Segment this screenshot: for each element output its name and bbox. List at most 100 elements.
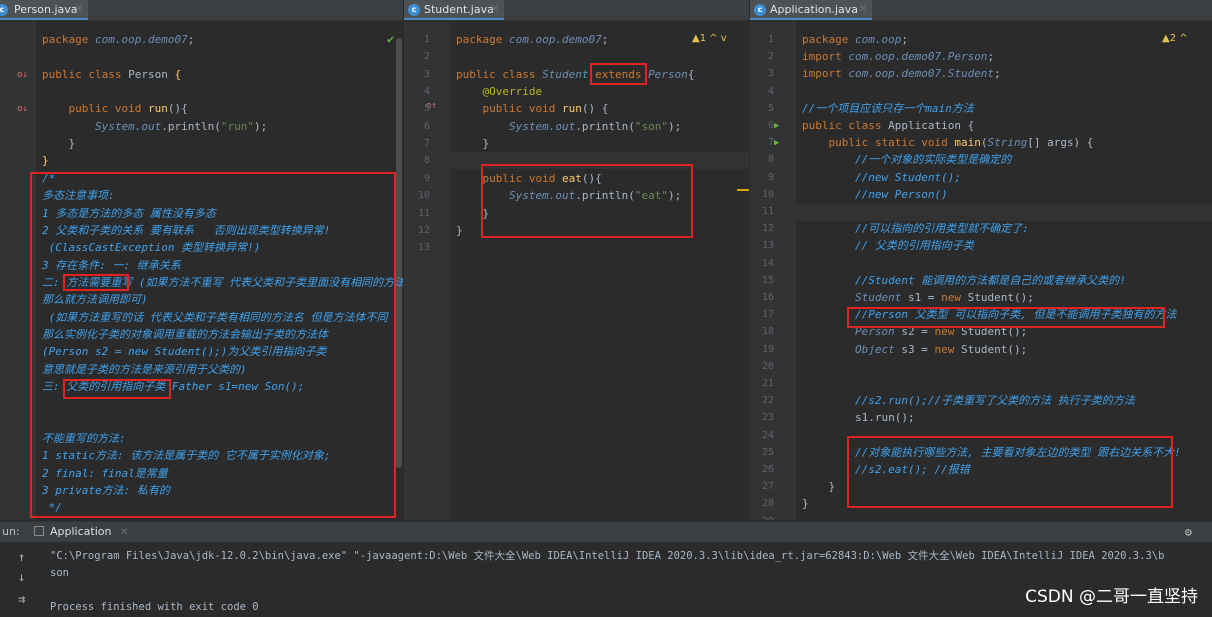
code-line[interactable]: (如果方法重写的话 代表父类和子类有相同的方法名 但是方法体不同 bbox=[42, 309, 388, 327]
console-exit: Process finished with exit code 0 bbox=[50, 601, 259, 613]
line-number: 16 bbox=[761, 292, 774, 303]
code-line[interactable]: } bbox=[802, 495, 809, 513]
warning-indicator[interactable]: ▲1 ^ v bbox=[692, 33, 727, 44]
code-line[interactable]: 三: 父类的引用指向子类 Father s1=new Son(); bbox=[42, 378, 304, 396]
code-line[interactable]: public class Student extends Person{ bbox=[456, 66, 694, 84]
code-line[interactable]: 1 static方法: 该方法是属于类的 它不属于实例化对象; bbox=[42, 447, 330, 465]
code-line[interactable]: //对象能执行哪些方法, 主要看对象左边的类型 跟右边关系不大! bbox=[802, 444, 1181, 462]
code-token: new bbox=[934, 325, 961, 339]
code-line[interactable]: 3 存在条件: 一: 继承关系 bbox=[42, 257, 181, 275]
arrow-down-icon[interactable]: ↓ bbox=[18, 570, 25, 584]
line-number: 2 bbox=[423, 51, 430, 63]
run-icon[interactable]: ▶ bbox=[774, 138, 779, 148]
code-line[interactable]: //Person 父类型 可以指向子类, 但是不能调用子类独有的方法 bbox=[802, 306, 1176, 324]
code-line[interactable]: public static void main(String[] args) { bbox=[802, 134, 1093, 152]
scrollbar[interactable] bbox=[395, 22, 403, 520]
code-token: //Student 能调用的方法都是自己的或者继承父类的! bbox=[802, 273, 1126, 287]
code-token: s2 = bbox=[901, 325, 935, 339]
code-line[interactable]: package com.oop.demo07; bbox=[456, 31, 608, 49]
code-line[interactable]: public class Application { bbox=[802, 117, 974, 135]
code-token: */ bbox=[42, 501, 62, 515]
code-line[interactable]: public void run() { bbox=[456, 100, 608, 118]
tab-person[interactable]: c Person.java ✕ bbox=[0, 0, 88, 20]
run-icon[interactable]: ▶ bbox=[774, 121, 779, 131]
change-marker bbox=[737, 189, 749, 191]
code-line[interactable]: } bbox=[42, 152, 49, 170]
code-line[interactable]: Object s3 = new Student(); bbox=[802, 341, 1027, 359]
code-line[interactable]: public class Person { bbox=[42, 66, 181, 84]
tab-student[interactable]: c Student.java ✕ bbox=[404, 0, 504, 20]
soft-wrap-icon[interactable]: ⇉ bbox=[18, 592, 25, 606]
code-line[interactable]: (ClassCastException 类型转换异常!) bbox=[42, 239, 261, 257]
code-line[interactable]: //一个项目应该只存一个main方法 bbox=[802, 100, 974, 118]
code-token: s1 = bbox=[907, 291, 942, 304]
code-line[interactable]: package com.oop.demo07; bbox=[42, 31, 194, 49]
code-line[interactable]: Person s2 = new Student(); bbox=[802, 323, 1027, 341]
code-line[interactable]: 2 final: final是常量 bbox=[42, 465, 168, 483]
class-icon: c bbox=[754, 4, 766, 16]
code-line[interactable]: //new Person() bbox=[802, 186, 948, 204]
code-line[interactable]: } bbox=[42, 135, 75, 153]
code-line[interactable]: public void eat(){ bbox=[456, 170, 601, 188]
console-output: son bbox=[50, 567, 69, 579]
code-token: s1.run(); bbox=[802, 411, 915, 425]
code-line[interactable]: 那么就方法调用即可) bbox=[42, 291, 148, 309]
code-line[interactable]: //可以指向的引用类型就不确定了: bbox=[802, 220, 1029, 238]
code-line[interactable]: System.out.println("son"); bbox=[456, 118, 681, 136]
code-line[interactable]: } bbox=[456, 222, 463, 240]
gear-icon[interactable]: ⚙ bbox=[1185, 525, 1192, 539]
tab-application[interactable]: c Application.java ✕ bbox=[750, 0, 872, 20]
code-line[interactable]: Student s1 = new Student(); bbox=[802, 289, 1034, 307]
close-icon[interactable]: ✕ bbox=[859, 0, 867, 20]
close-icon[interactable]: ✕ bbox=[120, 527, 128, 538]
code-line[interactable]: //new Student(); bbox=[802, 169, 961, 187]
line-number: 21 bbox=[761, 378, 774, 389]
code-token: } bbox=[42, 154, 49, 168]
code-line[interactable]: //一个对象的实际类型是确定的 bbox=[802, 151, 1011, 169]
code-line[interactable]: @Override bbox=[456, 83, 542, 101]
code-line[interactable]: (Person s2 = new Student();)为父类引用指向子类 bbox=[42, 343, 326, 361]
code-line[interactable]: package com.oop; bbox=[802, 31, 908, 49]
code-token: @Override bbox=[456, 85, 543, 99]
code-line[interactable]: 2 父类和子类的关系 要有联系 否则出现类型转换异常! bbox=[42, 222, 330, 240]
code-line[interactable]: */ bbox=[42, 499, 62, 517]
code-token: System. bbox=[42, 119, 142, 133]
code-line[interactable]: s1.run(); bbox=[802, 409, 915, 427]
line-number: 17 bbox=[761, 309, 774, 321]
code-line[interactable]: //s2.eat(); //报错 bbox=[802, 461, 970, 479]
code-line[interactable]: } bbox=[456, 135, 489, 153]
code-line[interactable]: System.out.println("run"); bbox=[42, 118, 267, 136]
code-line[interactable]: 1 多态是方法的多态 属性没有多态 bbox=[42, 205, 216, 223]
override-icon: o↓ bbox=[17, 70, 28, 80]
arrow-up-icon[interactable]: ↑ bbox=[18, 550, 25, 564]
code-line[interactable]: import com.oop.demo07.Student; bbox=[802, 65, 1001, 83]
code-line[interactable]: } bbox=[802, 478, 835, 496]
scrollbar-thumb[interactable] bbox=[396, 38, 402, 468]
code-line[interactable]: 3 private方法: 私有的 bbox=[42, 482, 170, 500]
code-line[interactable]: 不能重写的方法: bbox=[42, 430, 126, 448]
code-line[interactable]: /* bbox=[42, 170, 55, 188]
code-token: ; bbox=[994, 67, 1001, 81]
code-token: //new Student(); bbox=[802, 170, 961, 184]
close-icon[interactable]: ✕ bbox=[75, 0, 83, 20]
code-token: String bbox=[987, 136, 1028, 150]
code-line[interactable]: 多态注意事项: bbox=[42, 187, 115, 205]
close-icon[interactable]: ✕ bbox=[491, 0, 499, 20]
warning-indicator[interactable]: ▲2 ^ bbox=[1162, 33, 1188, 44]
code-token: .println( bbox=[575, 189, 635, 203]
code-line[interactable]: 意思就是子类的方法是来源引用于父类的) bbox=[42, 361, 247, 379]
code-line[interactable]: System.out.println("eat"); bbox=[456, 187, 681, 205]
line-number: 24 bbox=[761, 429, 774, 441]
code-line[interactable]: 那么实例化子类的对象调用重载的方法会输出子类的方法体 bbox=[42, 326, 328, 344]
code-line[interactable]: 二: 方法需要重写 (如果方法不重写 代表父类和子类里面没有相同的方法 bbox=[42, 274, 403, 292]
code-line[interactable]: } bbox=[456, 205, 489, 223]
person-editor: c Person.java ✕ ✔ o↓ o↓ package com.oop.… bbox=[0, 0, 403, 520]
code-line[interactable]: //s2.run();//子类重写了父类的方法 执行子类的方法 bbox=[802, 392, 1135, 410]
run-tab-application[interactable]: Application ✕ bbox=[34, 522, 128, 542]
code-line[interactable]: //Student 能调用的方法都是自己的或者继承父类的! bbox=[802, 272, 1126, 290]
code-token: 1 多态是方法的多态 属性没有多态 bbox=[42, 206, 216, 220]
code-line[interactable]: // 父类的引用指向子类 bbox=[802, 237, 974, 255]
line-number: 12 bbox=[761, 223, 774, 235]
code-line[interactable]: import com.oop.demo07.Person; bbox=[802, 48, 994, 66]
code-line[interactable]: public void run(){ bbox=[42, 100, 187, 118]
